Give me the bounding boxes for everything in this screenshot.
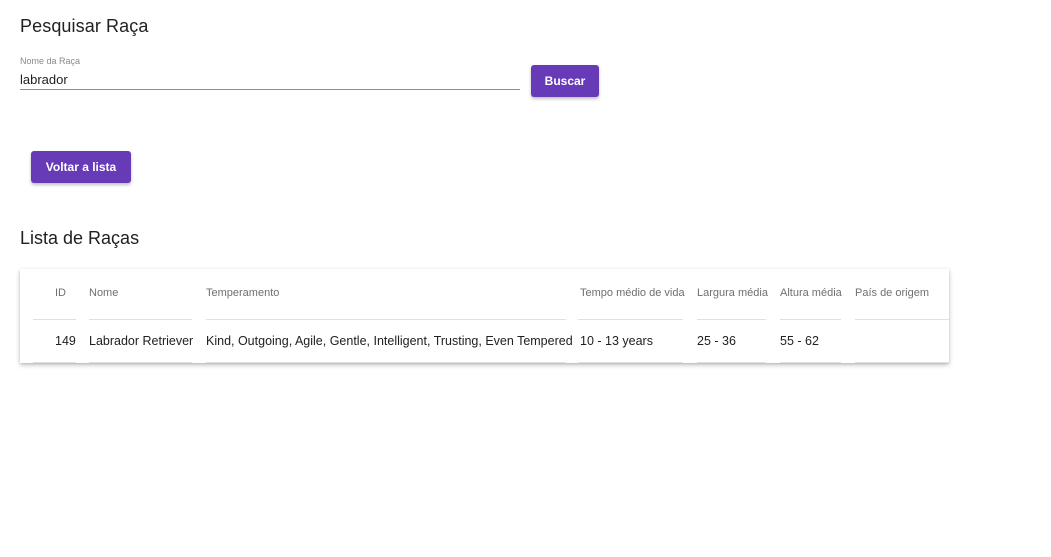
row-divider: [855, 362, 949, 363]
cell-life-span: 10 - 13 years: [580, 334, 653, 348]
search-button[interactable]: Buscar: [531, 65, 599, 97]
row-divider: [578, 362, 683, 363]
column-header-weight[interactable]: Largura média: [697, 287, 768, 299]
row-divider: [33, 362, 76, 363]
column-header-height[interactable]: Altura média: [780, 287, 842, 299]
column-header-origin[interactable]: País de origem: [855, 287, 929, 299]
column-header-id[interactable]: ID: [55, 287, 66, 299]
header-divider: [33, 319, 76, 320]
page-title: Pesquisar Raça: [20, 16, 149, 36]
row-divider: [206, 362, 566, 363]
breed-list-title: Lista de Raças: [20, 228, 140, 248]
cell-weight: 25 - 36: [697, 334, 736, 348]
back-to-list-button[interactable]: Voltar a lista: [31, 151, 131, 183]
column-header-name[interactable]: Nome: [89, 287, 118, 299]
breed-name-input[interactable]: [20, 70, 520, 90]
column-header-temperament[interactable]: Temperamento: [206, 287, 279, 299]
breed-table: ID Nome Temperamento Tempo médio de vida…: [20, 269, 949, 363]
header-divider: [89, 319, 192, 320]
cell-name: Labrador Retriever: [89, 334, 194, 348]
cell-temperament: Kind, Outgoing, Agile, Gentle, Intellige…: [206, 334, 573, 348]
row-divider: [697, 362, 766, 363]
row-divider: [780, 362, 841, 363]
breed-search-field[interactable]: Nome da Raça: [20, 56, 520, 93]
cell-id: 149: [55, 334, 76, 348]
header-divider: [780, 319, 841, 320]
search-field-label: Nome da Raça: [20, 56, 81, 66]
header-divider: [578, 319, 683, 320]
row-divider: [89, 362, 192, 363]
cell-height: 55 - 62: [780, 334, 819, 348]
header-divider: [697, 319, 766, 320]
header-divider: [855, 319, 949, 320]
header-divider: [206, 319, 566, 320]
column-header-life-span[interactable]: Tempo médio de vida: [580, 287, 685, 299]
